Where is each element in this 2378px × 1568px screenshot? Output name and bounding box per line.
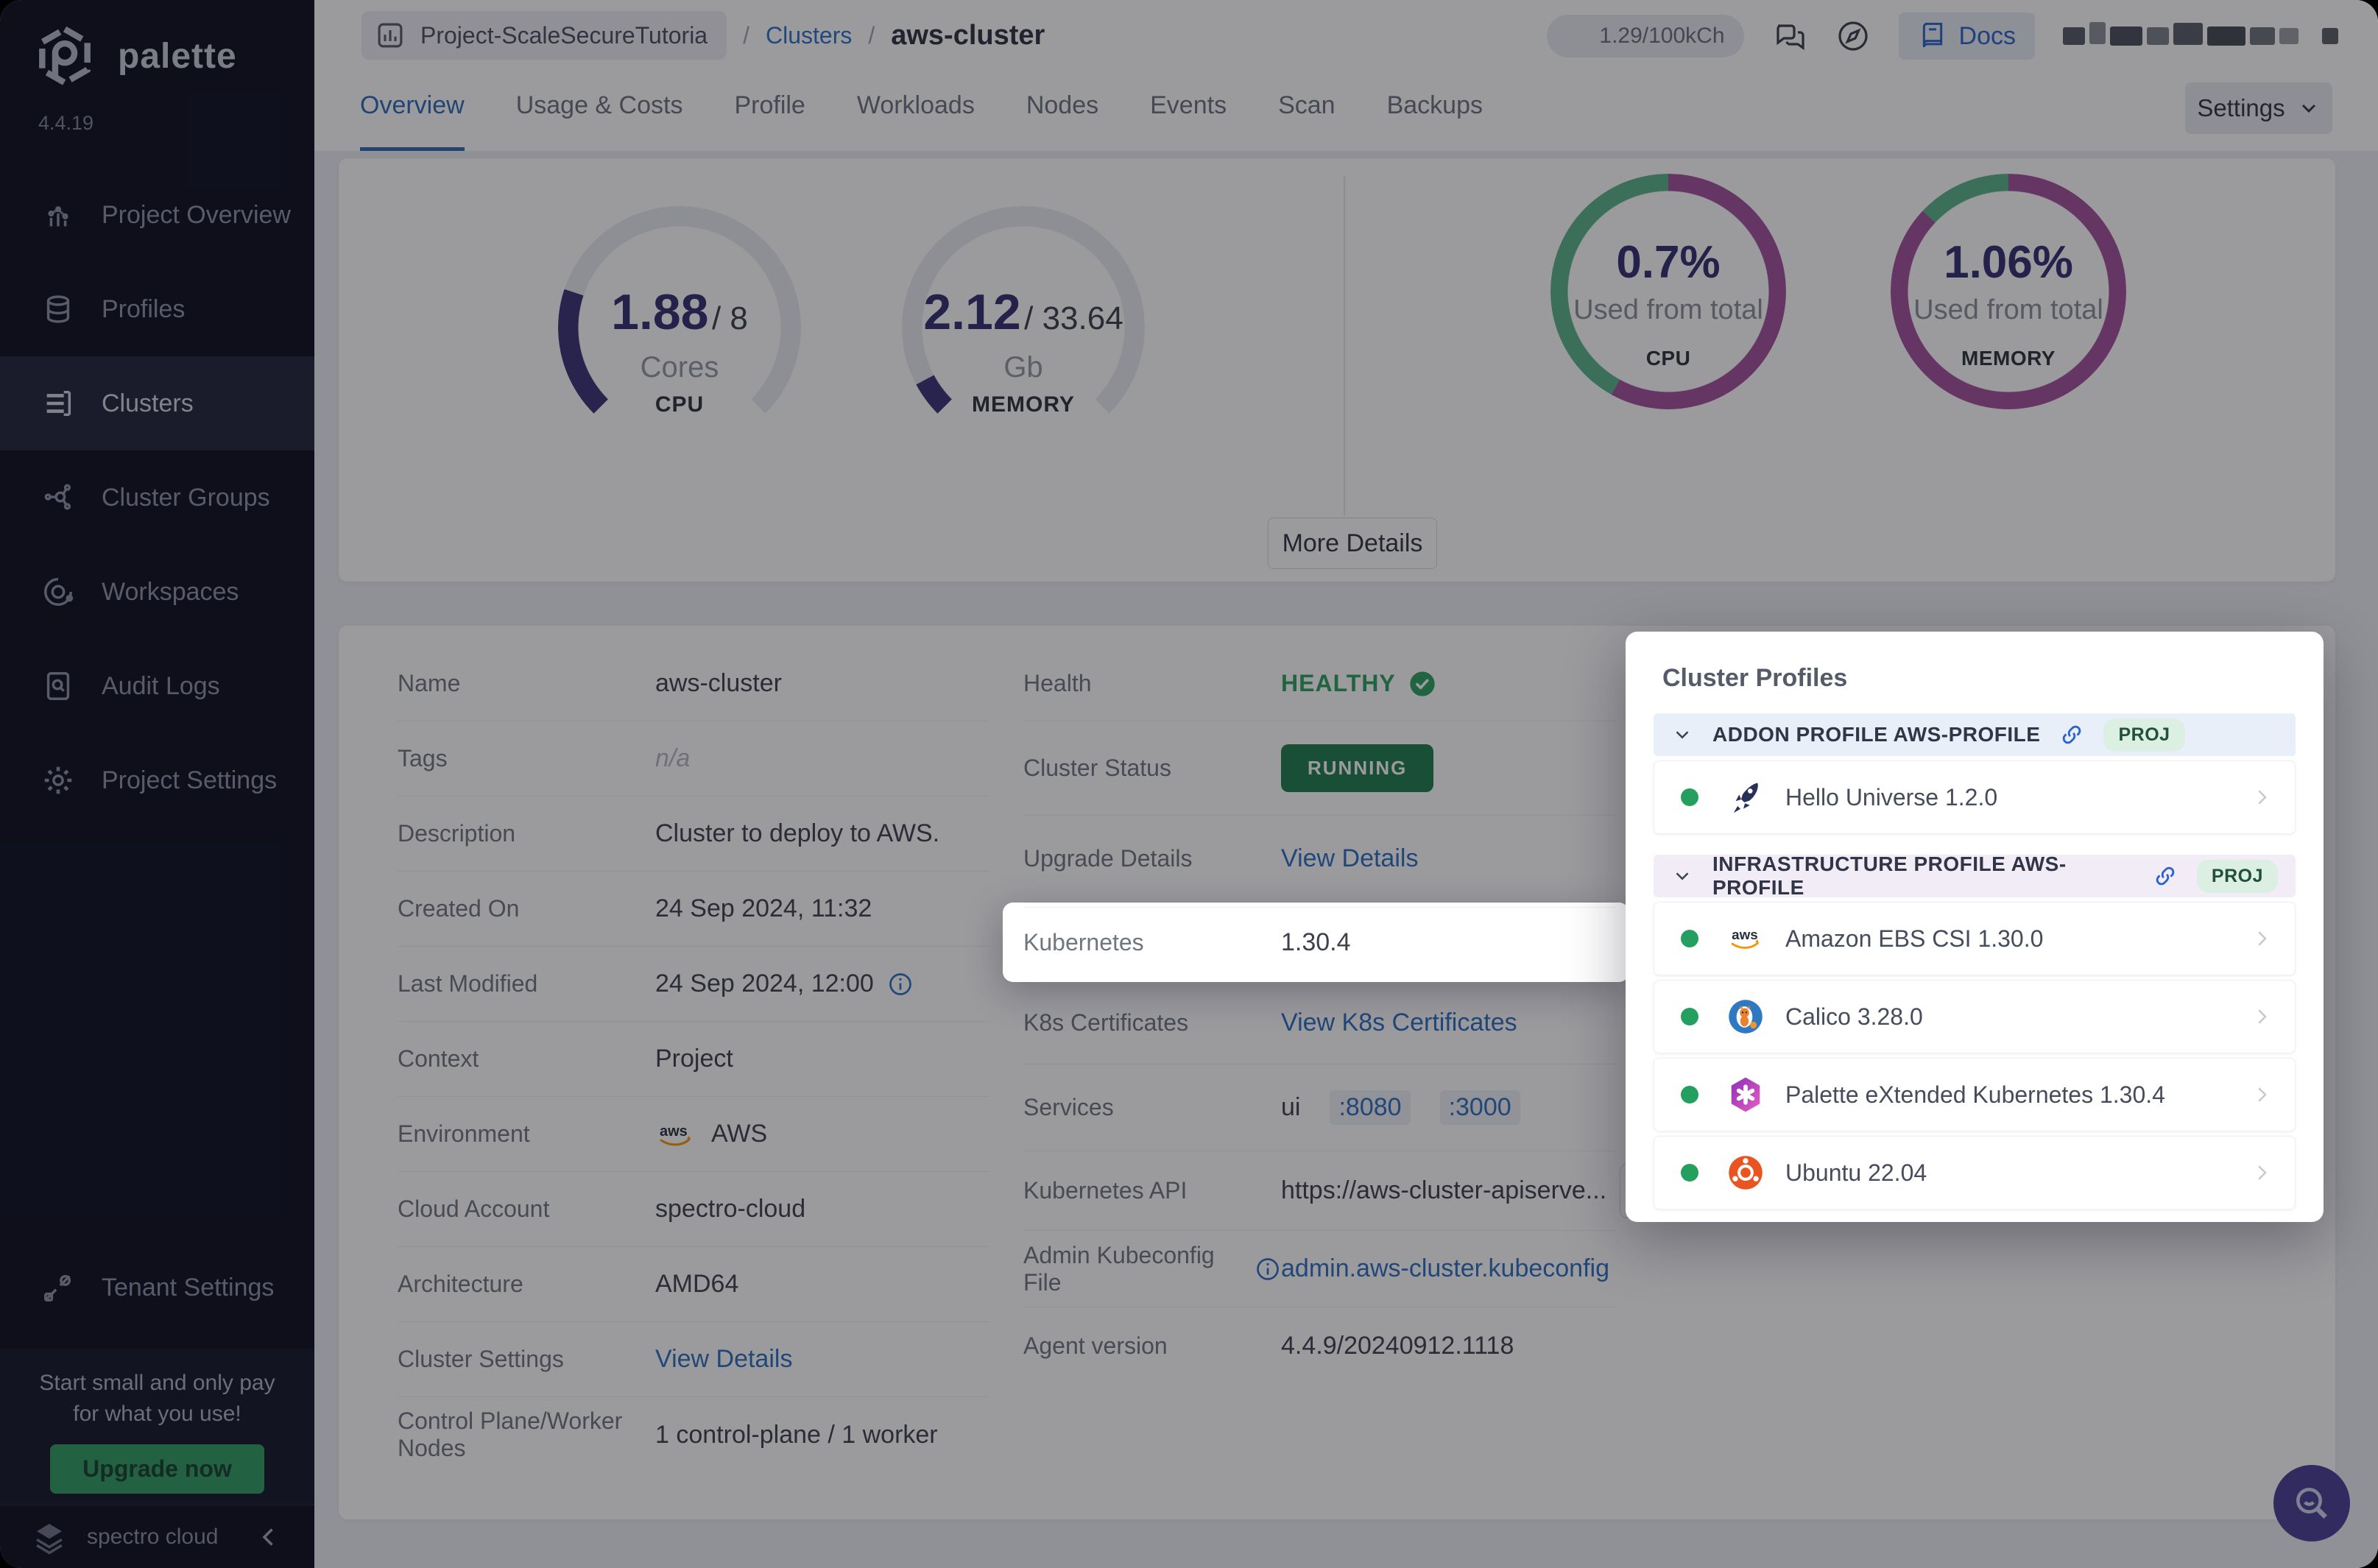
profile-item-hello-universe[interactable]: Hello Universe 1.2.0 (1654, 760, 2296, 834)
profile-item-calico[interactable]: Calico 3.28.0 (1654, 980, 2296, 1053)
cluster-profiles-panel: Cluster Profiles ADDON PROFILE AWS-PROFI… (1626, 632, 2324, 1222)
profile-name: Amazon EBS CSI 1.30.0 (1785, 925, 2044, 952)
profile-name: Calico 3.28.0 (1785, 1003, 1923, 1030)
chevron-right-icon (2258, 1165, 2267, 1180)
profile-name: Hello Universe 1.2.0 (1785, 783, 1998, 811)
section-title: ADDON PROFILE AWS-PROFILE (1712, 723, 2041, 746)
chevron-right-icon (2258, 790, 2267, 805)
link-icon (2063, 725, 2081, 744)
profile-item-ubuntu[interactable]: Ubuntu 22.04 (1654, 1136, 2296, 1209)
status-dot-icon (1681, 1008, 1698, 1025)
detail-row-kubernetes-spotlight: Kubernetes 1.30.4 (1003, 903, 1629, 982)
status-dot-icon (1681, 1086, 1698, 1103)
infrastructure-profile-header[interactable]: INFRASTRUCTURE PROFILE AWS-PROFILE PROJ (1654, 852, 2296, 899)
rocket-icon (1733, 783, 1758, 813)
svg-text:aws: aws (1732, 927, 1758, 942)
panel-title: Cluster Profiles (1662, 664, 1848, 692)
pxk-hexagon-icon (1731, 1077, 1760, 1112)
kubernetes-version: 1.30.4 (1281, 928, 1351, 956)
link-icon (2156, 866, 2175, 886)
calico-icon (1729, 1000, 1763, 1034)
status-dot-icon (1681, 930, 1698, 947)
scope-badge: PROJ (2103, 718, 2185, 752)
chevron-down-icon (1676, 872, 1689, 880)
chevron-down-icon (1676, 731, 1689, 739)
addon-profile-header[interactable]: ADDON PROFILE AWS-PROFILE PROJ (1654, 713, 2296, 756)
section-title: INFRASTRUCTURE PROFILE AWS-PROFILE (1712, 852, 2067, 899)
status-dot-icon (1681, 788, 1698, 806)
app-window: palette 4.4.19 Project Overview Profiles… (0, 0, 2378, 1568)
status-dot-icon (1681, 1164, 1698, 1182)
aws-icon: aws (1731, 927, 1760, 949)
profile-name: Palette eXtended Kubernetes 1.30.4 (1785, 1081, 2165, 1108)
chevron-right-icon (2258, 1009, 2267, 1024)
chevron-right-icon (2258, 1087, 2267, 1102)
scope-badge: PROJ (2196, 859, 2278, 893)
profile-name: Ubuntu 22.04 (1785, 1159, 1927, 1186)
detail-label: Kubernetes (1023, 928, 1144, 956)
chevron-right-icon (2258, 931, 2267, 946)
ubuntu-icon (1729, 1156, 1763, 1190)
profile-item-palette-extended-kubernetes[interactable]: Palette eXtended Kubernetes 1.30.4 (1654, 1058, 2296, 1131)
profile-item-amazon-ebs-csi[interactable]: aws Amazon EBS CSI 1.30.0 (1654, 902, 2296, 975)
